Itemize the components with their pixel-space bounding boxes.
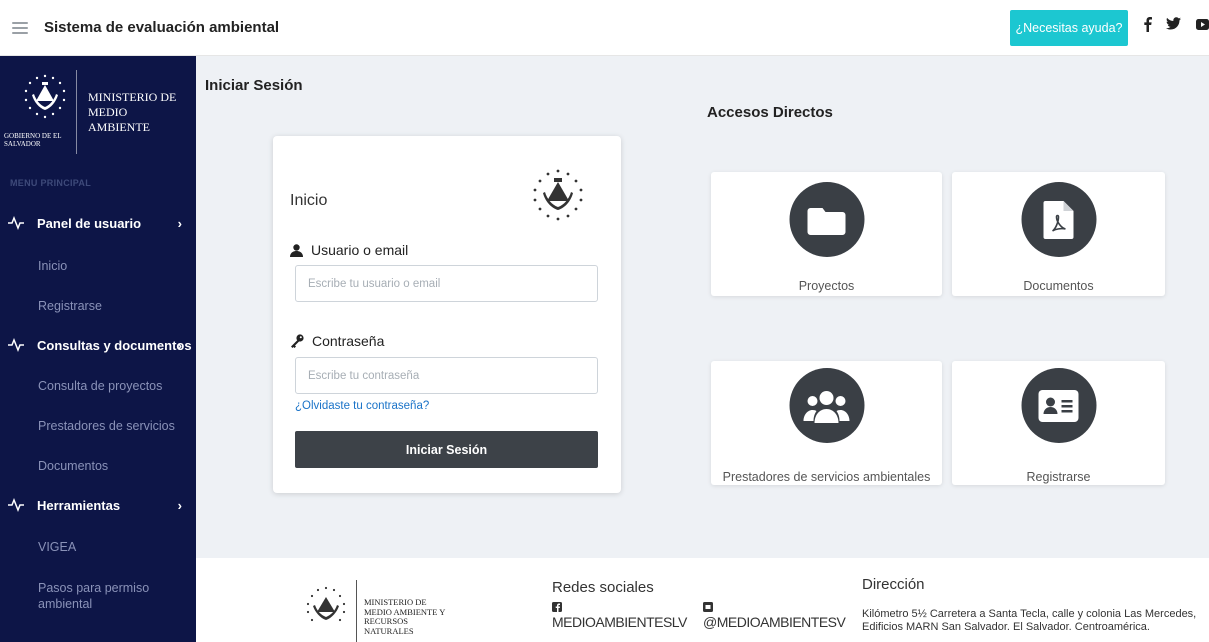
pdf-document-icon: [1021, 182, 1096, 257]
shortcuts-title: Accesos Directos: [707, 104, 833, 121]
activity-icon: [8, 498, 24, 512]
sidebar-section-herramientas[interactable]: Herramientas ›: [0, 494, 196, 516]
footer-divider: [356, 580, 357, 642]
brand-divider: [76, 70, 77, 154]
chevron-right-icon: ›: [177, 497, 182, 513]
sidebar-item-pasos-permiso[interactable]: Pasos para permiso ambiental: [38, 580, 168, 612]
sidebar-item-registrarse[interactable]: Registrarse: [38, 298, 102, 314]
footer: MINISTERIO DE MEDIO AMBIENTE Y RECURSOS …: [196, 558, 1209, 642]
login-card: Inicio Usuario o email Contraseña ¿Olvid…: [273, 136, 621, 493]
id-card-icon: [1021, 368, 1096, 443]
coat-of-arms-icon: [533, 169, 583, 221]
twitter-icon[interactable]: [1166, 17, 1181, 33]
top-bar: Sistema de evaluación ambiental ¿Necesit…: [0, 0, 1209, 56]
footer-address: Kilómetro 5½ Carretera a Santa Tecla, ca…: [862, 608, 1197, 633]
shortcut-label: Prestadores de servicios ambientales: [722, 470, 931, 484]
chevron-right-icon: ›: [177, 337, 182, 353]
username-label-text: Usuario o email: [311, 242, 409, 258]
twitter-handle[interactable]: @MEDIOAMBIENTESV: [703, 614, 846, 630]
folder-icon: [789, 182, 864, 257]
key-icon: [291, 334, 304, 348]
user-icon: [290, 243, 303, 257]
password-label-text: Contraseña: [312, 333, 385, 349]
users-group-icon: [789, 368, 864, 443]
login-card-title: Inicio: [290, 192, 328, 209]
brand-ministry-text: MINISTERIO DE MEDIO AMBIENTE: [88, 90, 177, 134]
page-title: Iniciar Sesión: [205, 77, 303, 94]
sidebar-item-inicio[interactable]: Inicio: [38, 258, 67, 274]
brand-gov-text: GOBIERNO DE EL SALVADOR: [4, 132, 62, 148]
sidebar-section-label: Panel de usuario: [37, 215, 142, 231]
username-input[interactable]: [295, 265, 598, 302]
sidebar-item-prestadores[interactable]: Prestadores de servicios: [38, 418, 175, 434]
sidebar-section-label: Consultas y documentos: [37, 337, 192, 353]
sidebar-section-panel[interactable]: Panel de usuario ›: [0, 212, 196, 234]
coat-of-arms-icon: [24, 74, 66, 119]
coat-of-arms-icon: [306, 586, 346, 622]
shortcut-registrarse[interactable]: Registrarse: [952, 361, 1165, 485]
shortcut-label: Proyectos: [798, 279, 855, 293]
youtube-icon[interactable]: [1196, 17, 1209, 33]
sidebar-item-documentos[interactable]: Documentos: [38, 458, 108, 474]
sidebar-brand: GOBIERNO DE EL SALVADOR MINISTERIO DE ME…: [0, 56, 196, 161]
facebook-icon[interactable]: [552, 602, 562, 612]
help-button[interactable]: ¿Necesitas ayuda?: [1010, 10, 1128, 46]
login-submit-button[interactable]: Iniciar Sesión: [295, 431, 598, 468]
shortcut-prestadores[interactable]: Prestadores de servicios ambientales: [711, 361, 942, 485]
facebook-icon[interactable]: [1143, 17, 1152, 35]
app-title: Sistema de evaluación ambiental: [44, 19, 280, 36]
activity-icon: [8, 338, 24, 352]
menu-toggle-icon[interactable]: [12, 21, 28, 34]
shortcut-label: Registrarse: [1026, 470, 1091, 484]
sidebar-item-vigea[interactable]: VIGEA: [38, 539, 76, 555]
forgot-password-link[interactable]: ¿Olvidaste tu contraseña?: [295, 400, 429, 412]
shortcut-label: Documentos: [1023, 279, 1094, 293]
menu-heading: MENU PRINCIPAL: [10, 178, 92, 188]
footer-ministry-text: MINISTERIO DE MEDIO AMBIENTE Y RECURSOS …: [364, 597, 446, 636]
password-input[interactable]: [295, 357, 598, 394]
footer-social-heading: Redes sociales: [552, 579, 654, 596]
facebook-handle[interactable]: MEDIOAMBIENTESLV: [552, 614, 687, 630]
twitter-icon[interactable]: [703, 602, 713, 612]
sidebar-section-label: Herramientas: [37, 497, 121, 513]
shortcut-documentos[interactable]: Documentos: [952, 172, 1165, 296]
footer-address-heading: Dirección: [862, 576, 925, 593]
activity-icon: [8, 216, 24, 230]
shortcut-proyectos[interactable]: Proyectos: [711, 172, 942, 296]
sidebar: GOBIERNO DE EL SALVADOR MINISTERIO DE ME…: [0, 56, 196, 642]
password-label: Contraseña: [290, 333, 384, 349]
chevron-right-icon: ›: [177, 215, 182, 231]
sidebar-section-consultas[interactable]: Consultas y documentos ›: [0, 334, 196, 356]
username-label: Usuario o email: [290, 242, 408, 258]
sidebar-item-consulta-proyectos[interactable]: Consulta de proyectos: [38, 378, 162, 394]
